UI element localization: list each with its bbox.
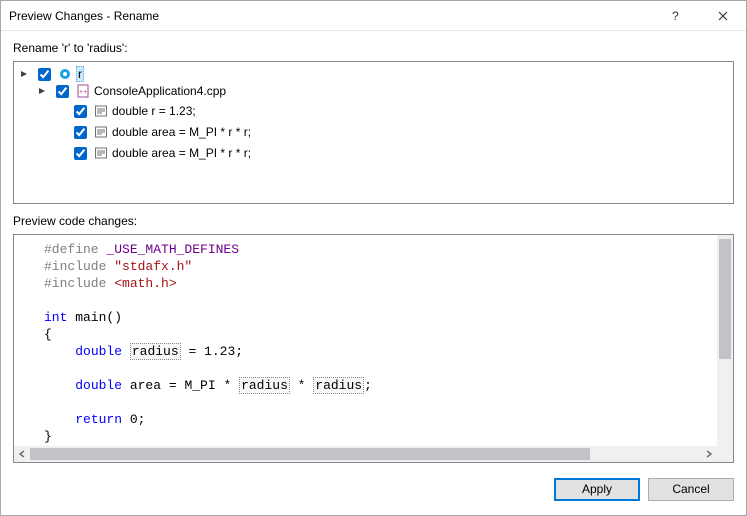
code-token: = 1.23;: [181, 344, 243, 359]
code-line-icon: [94, 125, 108, 139]
code-token: _USE_MATH_DEFINES: [99, 242, 239, 257]
svg-text:++: ++: [79, 89, 87, 96]
vertical-scrollbar[interactable]: [717, 235, 733, 446]
scrollbar-thumb[interactable]: [30, 448, 590, 460]
code-token: main(): [67, 310, 122, 325]
variable-icon: [58, 67, 72, 81]
file-label: ConsoleApplication4.cpp: [94, 84, 226, 98]
dialog-footer: Apply Cancel: [1, 473, 746, 515]
code-token: double: [75, 378, 122, 393]
scrollbar-corner: [717, 446, 733, 462]
code-content[interactable]: #define _USE_MATH_DEFINES #include "stda…: [14, 235, 717, 446]
changes-tree[interactable]: r ++ Console: [13, 61, 734, 204]
file-checkbox[interactable]: [56, 85, 69, 98]
svg-text:?: ?: [672, 10, 679, 22]
cpp-file-icon: ++: [76, 84, 90, 98]
code-token: <math.h>: [106, 276, 176, 291]
expander-icon[interactable]: [18, 68, 30, 80]
scrollbar-thumb[interactable]: [719, 239, 731, 359]
code-token: #include: [44, 276, 106, 291]
line-checkbox[interactable]: [74, 147, 87, 160]
scroll-right-icon[interactable]: [701, 446, 717, 462]
code-preview: #define _USE_MATH_DEFINES #include "stda…: [13, 234, 734, 463]
code-token: [122, 344, 130, 359]
root-label: r: [76, 66, 84, 82]
apply-button[interactable]: Apply: [554, 478, 640, 501]
code-token: area = M_PI *: [122, 378, 239, 393]
code-token: return: [75, 412, 122, 427]
renamed-token: radius: [313, 377, 364, 394]
line-text: double r = 1.23;: [112, 104, 196, 118]
code-line-icon: [94, 104, 108, 118]
renamed-token: radius: [130, 343, 181, 360]
root-checkbox[interactable]: [38, 68, 51, 81]
code-token: *: [290, 378, 313, 393]
code-token: {: [44, 327, 52, 342]
code-token: ;: [364, 378, 372, 393]
tree-line-row[interactable]: double area = M_PI * r * r;: [54, 145, 251, 161]
window-title: Preview Changes - Rename: [9, 9, 654, 23]
scroll-left-icon[interactable]: [14, 446, 30, 462]
tree-line-row[interactable]: double r = 1.23;: [54, 103, 196, 119]
renamed-token: radius: [239, 377, 290, 394]
horizontal-scrollbar[interactable]: [14, 446, 717, 462]
tree-root-row[interactable]: r: [18, 66, 84, 82]
code-token: int: [44, 310, 67, 325]
cancel-button[interactable]: Cancel: [648, 478, 734, 501]
expander-icon[interactable]: [36, 85, 48, 97]
code-line-icon: [94, 146, 108, 160]
close-button[interactable]: [700, 1, 746, 31]
title-bar: Preview Changes - Rename ?: [1, 1, 746, 31]
dialog-content: Rename 'r' to 'radius': r: [1, 31, 746, 473]
code-token: #include: [44, 259, 106, 274]
code-token: double: [75, 344, 122, 359]
line-text: double area = M_PI * r * r;: [112, 125, 251, 139]
rename-header-label: Rename 'r' to 'radius':: [13, 41, 734, 55]
tree-line-row[interactable]: double area = M_PI * r * r;: [54, 124, 251, 140]
help-button[interactable]: ?: [654, 1, 700, 31]
line-checkbox[interactable]: [74, 105, 87, 118]
line-checkbox[interactable]: [74, 126, 87, 139]
tree-file-row[interactable]: ++ ConsoleApplication4.cpp: [36, 83, 226, 99]
code-token: #define: [44, 242, 99, 257]
code-token: 0;: [122, 412, 145, 427]
code-token: }: [44, 429, 52, 444]
line-text: double area = M_PI * r * r;: [112, 146, 251, 160]
code-token: "stdafx.h": [106, 259, 192, 274]
preview-label: Preview code changes:: [13, 214, 734, 228]
